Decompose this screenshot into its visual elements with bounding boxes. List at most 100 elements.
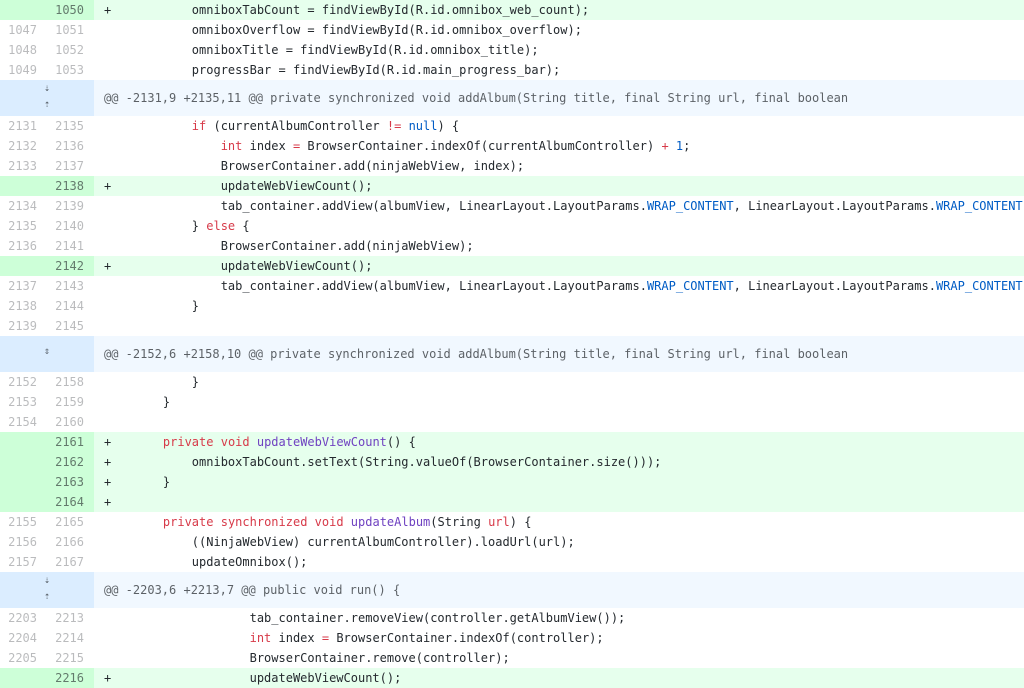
old-line-number[interactable]: 2153 — [0, 392, 47, 412]
old-line-number[interactable]: 2136 — [0, 236, 47, 256]
code-token: } — [134, 375, 200, 389]
expand-all-icon[interactable]: ⇕ — [40, 347, 54, 361]
code-line: } — [94, 372, 1024, 392]
old-line-number[interactable]: 2134 — [0, 196, 47, 216]
new-line-number[interactable]: 2166 — [47, 532, 94, 552]
code-token: WRAP_CONTENT — [646, 279, 734, 293]
context-line: 2205 2215 BrowserContainer.remove(control… — [0, 648, 1024, 668]
old-line-number[interactable]: 2131 — [0, 116, 47, 136]
old-line-number[interactable] — [0, 452, 47, 472]
code-line: + } — [94, 472, 1024, 492]
code-token: private — [162, 435, 214, 449]
old-line-number[interactable]: 2204 — [0, 628, 47, 648]
old-line-number[interactable]: 1047 — [0, 20, 47, 40]
old-line-number[interactable]: 2154 — [0, 412, 47, 432]
old-line-number[interactable]: 2205 — [0, 648, 47, 668]
new-line-number[interactable]: 2161 — [47, 432, 94, 452]
new-line-number[interactable]: 2167 — [47, 552, 94, 572]
new-line-number[interactable]: 2140 — [47, 216, 94, 236]
new-line-number[interactable]: 2143 — [47, 276, 94, 296]
code-token: BrowserContainer.add(ninjaWebView); — [134, 239, 474, 253]
old-line-number[interactable]: 1049 — [0, 60, 47, 80]
new-line-number[interactable]: 2165 — [47, 512, 94, 532]
diff-sign: + — [104, 3, 112, 17]
expand-up-icon[interactable]: ⇡ — [40, 592, 54, 606]
code-token: BrowserContainer.indexOf(controller); — [329, 631, 604, 645]
old-line-number[interactable] — [0, 668, 47, 688]
old-line-number[interactable]: 2139 — [0, 316, 47, 336]
context-line: 2132 2136 int index = BrowserContainer.in… — [0, 136, 1024, 156]
new-line-number[interactable]: 2164 — [47, 492, 94, 512]
code-token: url — [488, 515, 510, 529]
new-line-number[interactable]: 2137 — [47, 156, 94, 176]
old-line-number[interactable]: 2138 — [0, 296, 47, 316]
old-line-number[interactable] — [0, 492, 47, 512]
old-line-number[interactable] — [0, 176, 47, 196]
expand-lines-button[interactable]: ⇕ — [0, 336, 94, 372]
new-line-number[interactable]: 2141 — [47, 236, 94, 256]
code-line: + — [94, 492, 1024, 512]
old-line-number[interactable]: 1048 — [0, 40, 47, 60]
expand-down-icon[interactable]: ⇣ — [40, 84, 54, 98]
diff-table: 1050 + omniboxTabCount = findViewById(R.i… — [0, 0, 1024, 688]
expand-down-icon[interactable]: ⇣ — [40, 576, 54, 590]
new-line-number[interactable]: 1051 — [47, 20, 94, 40]
new-line-number[interactable]: 2138 — [47, 176, 94, 196]
old-line-number[interactable]: 2137 — [0, 276, 47, 296]
code-token: progressBar = findViewById(R.id.main_pro… — [134, 63, 561, 77]
new-line-number[interactable]: 2216 — [47, 668, 94, 688]
expand-lines-button[interactable]: ⇣ ⇡ — [0, 80, 94, 116]
new-line-number[interactable]: 2142 — [47, 256, 94, 276]
new-line-number[interactable]: 2145 — [47, 316, 94, 336]
code-token: , LinearLayout.LayoutParams. — [733, 199, 936, 213]
new-line-number[interactable]: 2139 — [47, 196, 94, 216]
new-line-number[interactable]: 2163 — [47, 472, 94, 492]
old-line-number[interactable]: 2132 — [0, 136, 47, 156]
new-line-number[interactable]: 1053 — [47, 60, 94, 80]
expand-lines-button[interactable]: ⇣ ⇡ — [0, 572, 94, 608]
new-line-number[interactable]: 2136 — [47, 136, 94, 156]
new-line-number[interactable]: 2160 — [47, 412, 94, 432]
old-line-number[interactable]: 2133 — [0, 156, 47, 176]
old-line-number[interactable] — [0, 472, 47, 492]
new-line-number[interactable]: 1050 — [47, 0, 94, 20]
hunk-header-text: @@ -2131,9 +2135,11 @@ private synchroni… — [94, 80, 1024, 116]
old-line-number[interactable]: 2203 — [0, 608, 47, 628]
code-token: , LinearLayout.LayoutParams. — [733, 279, 936, 293]
new-line-number[interactable]: 1052 — [47, 40, 94, 60]
old-line-number[interactable]: 2152 — [0, 372, 47, 392]
new-line-number[interactable]: 2135 — [47, 116, 94, 136]
old-line-number[interactable]: 2135 — [0, 216, 47, 236]
expand-up-icon[interactable]: ⇡ — [40, 100, 54, 114]
code-line: omniboxTitle = findViewById(R.id.omnibox… — [94, 40, 1024, 60]
code-token: } — [134, 219, 207, 233]
new-line-number[interactable]: 2215 — [47, 648, 94, 668]
old-line-number[interactable]: 2156 — [0, 532, 47, 552]
context-line: 1048 1052 omniboxTitle = findViewById(R.i… — [0, 40, 1024, 60]
old-line-number[interactable] — [0, 432, 47, 452]
new-line-number[interactable]: 2214 — [47, 628, 94, 648]
old-line-number[interactable]: 2155 — [0, 512, 47, 532]
code-line: + omniboxTabCount = findViewById(R.id.om… — [94, 0, 1024, 20]
code-line: + updateWebViewCount(); — [94, 176, 1024, 196]
new-line-number[interactable]: 2144 — [47, 296, 94, 316]
new-line-number[interactable]: 2162 — [47, 452, 94, 472]
new-line-number[interactable]: 2158 — [47, 372, 94, 392]
new-line-number[interactable]: 2159 — [47, 392, 94, 412]
old-line-number[interactable] — [0, 0, 47, 20]
code-line: int index = BrowserContainer.indexOf(cur… — [94, 136, 1024, 156]
code-line: + updateWebViewCount(); — [94, 256, 1024, 276]
old-line-number[interactable]: 2157 — [0, 552, 47, 572]
new-line-number[interactable]: 2213 — [47, 608, 94, 628]
old-line-number[interactable] — [0, 256, 47, 276]
code-token: updateAlbum — [350, 515, 431, 529]
code-line: ((NinjaWebView) currentAlbumController).… — [94, 532, 1024, 552]
diff-sign: + — [104, 495, 112, 509]
code-token: updateWebViewCount — [256, 435, 387, 449]
code-token: != — [386, 119, 402, 133]
